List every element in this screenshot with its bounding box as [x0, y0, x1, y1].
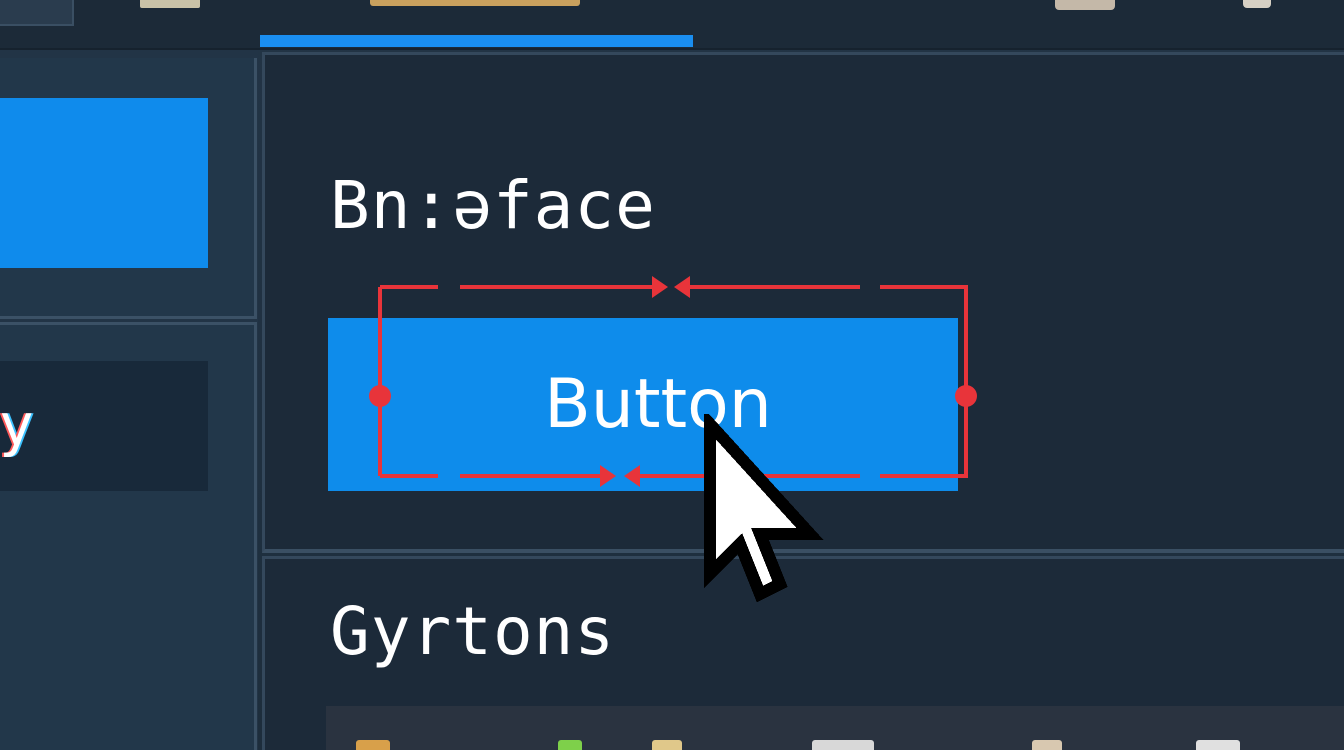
sidebar-item-label: oy	[0, 391, 34, 459]
sidebar-item-active[interactable]: n	[0, 98, 208, 268]
tab-active-label[interactable]	[370, 0, 580, 6]
button-label: Button	[544, 365, 772, 444]
preview-glyph	[1196, 740, 1240, 750]
section-title-secondary: Gyrtons	[330, 593, 616, 670]
preview-glyph	[558, 740, 582, 750]
sidebar-item[interactable]: oy	[0, 361, 208, 491]
app-screen: n oy Bn:əface Button	[0, 0, 1344, 750]
preview-glyph	[356, 740, 390, 750]
sidebar-panel: n	[0, 58, 257, 319]
preview-glyph	[812, 740, 874, 750]
section-title: Bn:əface	[330, 167, 656, 244]
sidebar-panel-secondary: oy	[0, 322, 257, 750]
sidebar: n oy	[0, 50, 258, 750]
active-tab-indicator	[260, 35, 693, 47]
preview-strip	[326, 706, 1344, 750]
toolbar-icon-secondary[interactable]	[1243, 0, 1271, 8]
toolbar-icon[interactable]	[1055, 0, 1115, 10]
toolbar-button[interactable]	[0, 0, 74, 26]
primary-button[interactable]: Button	[328, 318, 958, 491]
tab-icon[interactable]	[140, 0, 200, 8]
preview-glyph	[652, 740, 682, 750]
preview-glyph	[1032, 740, 1062, 750]
